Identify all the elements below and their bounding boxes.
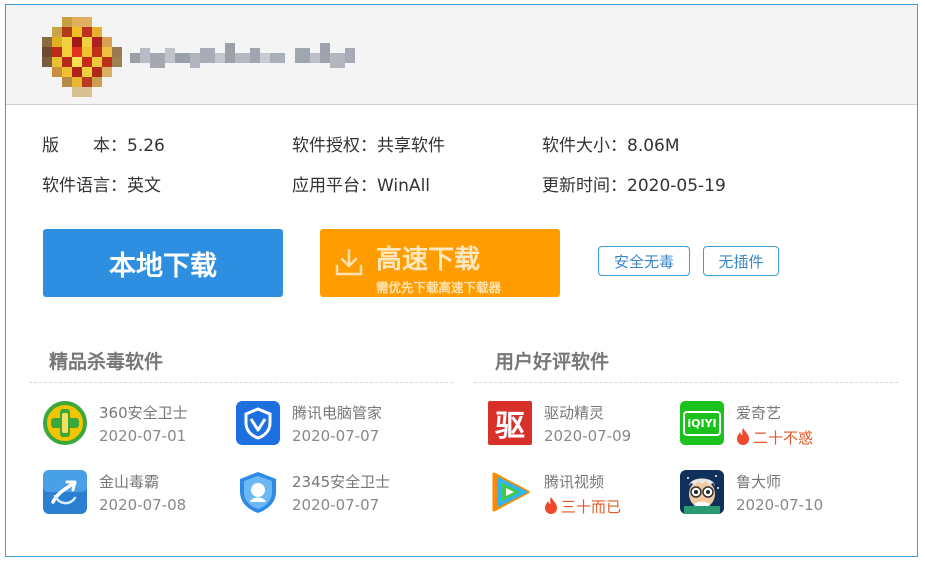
software-title-obscured	[130, 43, 355, 68]
fast-download-button[interactable]: 高速下载 需优先下载高速下载器	[320, 229, 560, 297]
section-antivirus-divider	[29, 382, 453, 383]
driver-genius-glyph: 驱	[495, 409, 525, 444]
info-updated: 更新时间：2020-05-19	[542, 171, 726, 196]
info-platform-value: WinAll	[377, 176, 431, 196]
local-download-label: 本地下载	[109, 250, 217, 282]
info-size-label: 软件大小：	[542, 136, 627, 156]
info-license: 软件授权：共享软件	[292, 131, 445, 156]
app-date: 2020-07-08	[99, 496, 187, 514]
app-360-safe[interactable]: 360安全卫士 2020-07-01	[43, 401, 228, 451]
iqiyi-glyph: iQIYI	[683, 410, 721, 436]
badge-safe: 安全无毒	[598, 246, 690, 276]
section-rated-title: 用户好评软件	[495, 351, 610, 373]
app-2345-safe[interactable]: 2345安全卫士 2020-07-07	[236, 470, 421, 520]
flame-icon	[737, 428, 749, 445]
app-kingsoft-antivirus[interactable]: 金山毒霸 2020-07-08	[43, 470, 228, 520]
flame-icon	[545, 497, 557, 514]
badge-safe-label: 安全无毒	[613, 252, 674, 271]
info-platform-label: 应用平台：	[292, 176, 377, 196]
local-download-button[interactable]: 本地下载	[43, 229, 283, 297]
app-driver-genius[interactable]: 驱 驱动精灵 2020-07-09	[488, 401, 673, 451]
software-logo-icon	[42, 17, 122, 97]
app-date: 2020-07-10	[736, 496, 824, 514]
360-shield-icon	[43, 401, 87, 445]
app-name: 腾讯视频	[544, 473, 605, 491]
badge-no-plugin: 无插件	[703, 246, 779, 276]
badge-no-plugin-label: 无插件	[718, 252, 764, 271]
info-language: 软件语言：英文	[42, 171, 161, 196]
info-license-value: 共享软件	[377, 136, 445, 156]
app-tencent-video[interactable]: 腾讯视频 三十而已	[488, 470, 673, 520]
app-name: 腾讯电脑管家	[292, 404, 383, 422]
section-antivirus-title: 精品杀毒软件	[49, 351, 164, 373]
section-rated-divider	[474, 382, 898, 383]
info-language-value: 英文	[127, 176, 161, 196]
app-hot-label: 三十而已	[561, 498, 622, 516]
app-tencent-pc-manager[interactable]: 腾讯电脑管家 2020-07-07	[236, 401, 421, 451]
fast-download-label: 高速下载	[376, 245, 481, 275]
info-platform: 应用平台：WinAll	[292, 171, 430, 196]
app-date: 2020-07-09	[544, 427, 632, 445]
info-size: 软件大小：8.06M	[542, 131, 680, 156]
app-iqiyi[interactable]: iQIYI 爱奇艺 二十不惑	[680, 401, 865, 451]
tencent-video-icon	[492, 472, 530, 512]
app-name: 金山毒霸	[99, 473, 160, 491]
2345-shield-icon	[240, 472, 276, 513]
fast-download-sublabel: 需优先下载高速下载器	[376, 280, 502, 295]
app-date: 2020-07-07	[292, 496, 380, 514]
tencent-pc-manager-icon	[236, 401, 280, 445]
app-ludashi[interactable]: 鲁大师 2020-07-10	[680, 470, 865, 520]
info-version-value: 5.26	[127, 136, 165, 156]
app-hot-label: 二十不惑	[753, 429, 814, 447]
app-hot-tag: 二十不惑	[736, 427, 813, 448]
software-info-panel: 版 本：5.26 软件授权：共享软件 软件大小：8.06M 软件语言：英文 应用…	[5, 4, 918, 557]
info-updated-value: 2020-05-19	[627, 176, 726, 196]
info-size-value: 8.06M	[627, 136, 680, 156]
download-icon	[335, 248, 363, 276]
info-license-label: 软件授权：	[292, 136, 377, 156]
app-name: 驱动精灵	[544, 404, 605, 422]
driver-genius-icon: 驱	[488, 401, 532, 445]
info-version: 版 本：5.26	[42, 131, 165, 156]
iqiyi-icon: iQIYI	[680, 401, 724, 445]
app-name: 鲁大师	[736, 473, 782, 491]
info-version-label: 版 本：	[42, 136, 127, 156]
app-name: 爱奇艺	[736, 404, 782, 422]
app-date: 2020-07-07	[292, 427, 380, 445]
software-header	[6, 5, 917, 105]
info-language-label: 软件语言：	[42, 176, 127, 196]
app-hot-tag: 三十而已	[544, 496, 621, 517]
app-date: 2020-07-01	[99, 427, 187, 445]
kingsoft-antivirus-icon	[43, 470, 87, 514]
ludashi-icon	[680, 470, 724, 514]
app-name: 360安全卫士	[99, 404, 188, 422]
app-name: 2345安全卫士	[292, 473, 391, 491]
info-updated-label: 更新时间：	[542, 176, 627, 196]
